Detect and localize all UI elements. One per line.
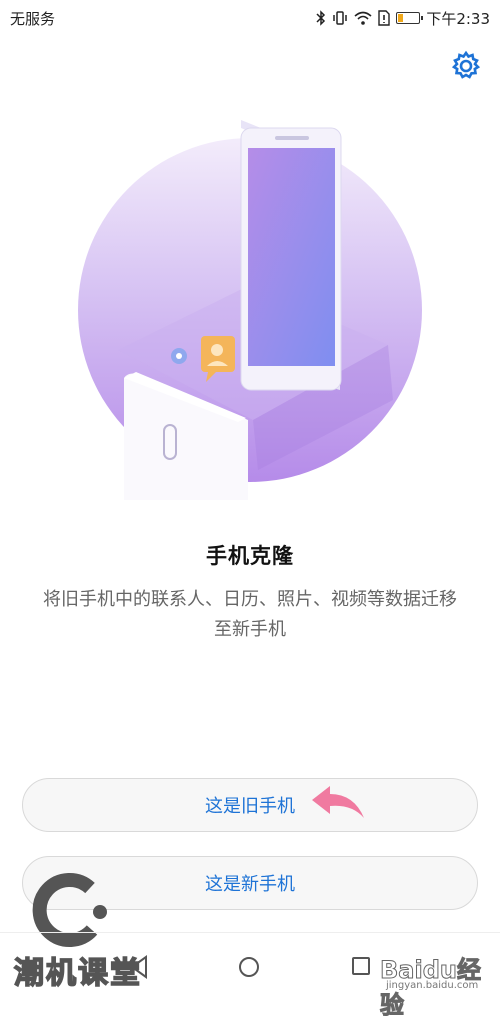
- back-icon[interactable]: [128, 955, 150, 979]
- page-title: 手机克隆: [206, 544, 294, 568]
- gear-icon[interactable]: [450, 50, 482, 82]
- recent-apps-icon[interactable]: [352, 957, 370, 975]
- battery-icon: [396, 12, 424, 24]
- message-bubble-icon: [171, 348, 187, 364]
- home-icon[interactable]: [239, 957, 259, 977]
- page-description: 将旧手机中的联系人、日历、照片、视频等数据迁移至新手机: [43, 589, 457, 640]
- pointer-arrow-icon: [312, 786, 364, 818]
- wifi-icon: [354, 11, 372, 25]
- new-phone-graphic: [240, 120, 342, 391]
- bluetooth-icon: [316, 10, 326, 26]
- old-phone-button[interactable]: 这是旧手机: [22, 778, 478, 832]
- carrier-text: 无服务: [10, 9, 56, 28]
- sim-alert-icon: [378, 10, 391, 26]
- phone-clone-illustration: [78, 120, 422, 500]
- status-icons: 下午2:33: [316, 8, 490, 29]
- watermark-url: jingyan.baidu.com: [386, 980, 479, 991]
- status-bar: 无服务 下午2:33: [0, 0, 500, 36]
- vibrate-icon: [333, 11, 348, 25]
- time-text: 下午2:33: [426, 9, 490, 28]
